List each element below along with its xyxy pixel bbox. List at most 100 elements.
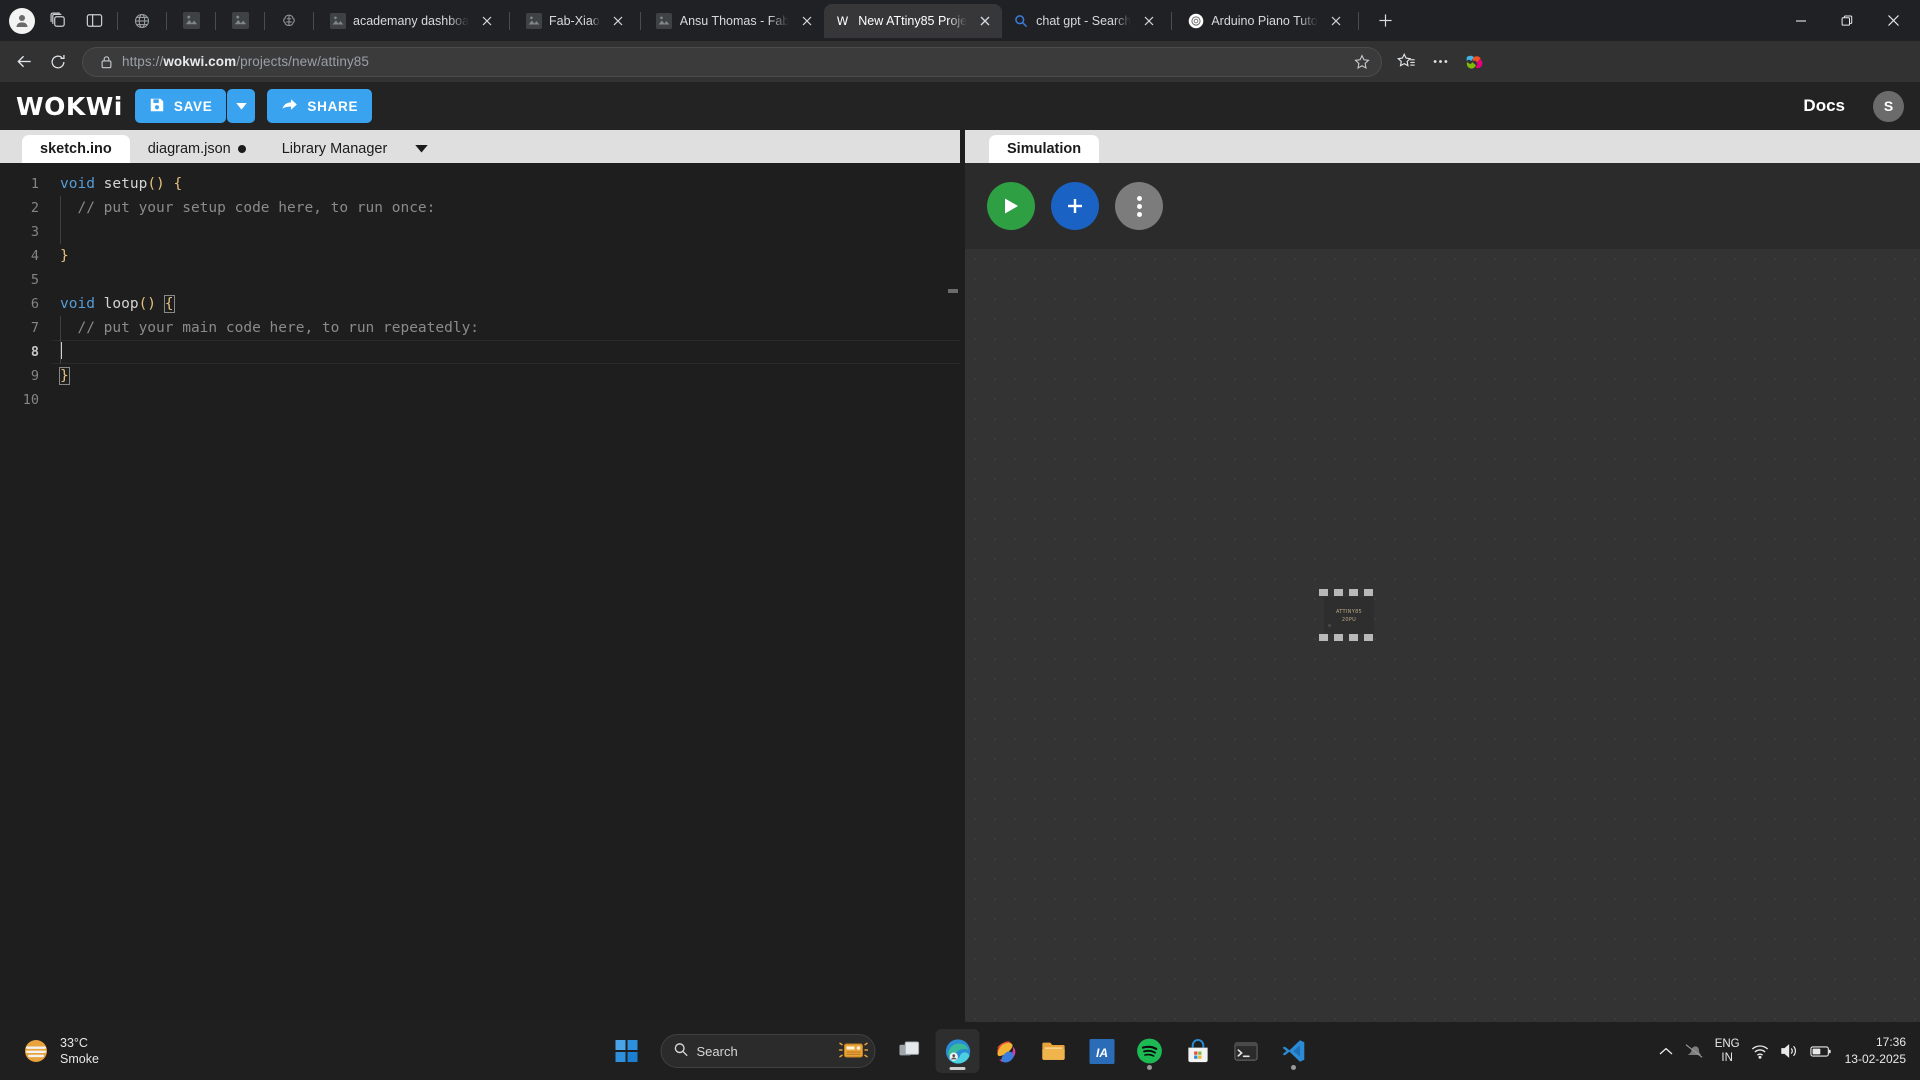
address-bar[interactable]: https://wokwi.com/projects/new/attiny85 [82,46,1382,77]
maximize-button[interactable] [1824,0,1870,41]
chip-pin1-notch [1328,624,1331,627]
browser-tab[interactable]: academany dashboard [319,4,504,38]
save-label: SAVE [173,98,213,114]
split-screen-icon[interactable] [76,5,112,37]
start-button[interactable] [605,1029,649,1073]
back-button[interactable] [8,46,40,78]
running-indicator [949,1067,966,1070]
taskbar-app-microsoft-office[interactable] [984,1029,1028,1073]
copilot-icon[interactable] [1458,46,1490,78]
divider [509,11,510,30]
taskbar-search[interactable]: Search [660,1034,876,1068]
user-avatar[interactable]: S [1873,90,1904,122]
chip-label-line2: 20PU [1341,616,1357,623]
close-icon[interactable] [796,10,818,32]
simulation-canvas[interactable]: ATTINY85 20PU [965,249,1920,1022]
taskbar-app-microsoft-edge[interactable] [935,1029,980,1073]
new-tab-button[interactable] [1370,6,1402,36]
browser-tab[interactable]: Ansu Thomas - Fab [646,4,825,38]
smoke-weather-icon [22,1037,50,1065]
share-button[interactable]: SHARE [267,89,373,123]
chevron-up-icon[interactable] [1659,1047,1673,1056]
tab-library-manager[interactable]: Library Manager [264,135,406,163]
line-number: 10 [22,392,39,408]
tab-simulation[interactable]: Simulation [989,135,1100,163]
taskbar-app-autodesk[interactable]: IA [1080,1029,1124,1073]
code-content[interactable]: void setup() { // put your setup code he… [52,163,960,1022]
close-icon[interactable] [1138,10,1160,32]
browser-tab[interactable]: Fab-Xiao [515,4,635,38]
docs-link[interactable]: Docs [1803,96,1845,116]
chevron-down-icon[interactable] [405,135,438,163]
wokwi-header: WOKWi SAVE SHARE Docs S [0,82,1920,130]
pinned-tab-brain[interactable] [270,4,308,38]
taskbar-app-terminal[interactable] [1224,1029,1268,1073]
close-button[interactable] [1870,0,1916,41]
language-code: ENG [1714,1038,1740,1050]
attiny85-chip[interactable]: ATTINY85 20PU [1318,589,1380,641]
search-placeholder: Search [696,1043,738,1059]
taskbar-app-microsoft-store[interactable] [1176,1029,1220,1073]
divider [639,11,641,30]
tab-sketch-ino[interactable]: sketch.ino [22,135,130,163]
line-number: 7 [30,320,39,336]
tab-diagram-json[interactable]: diagram.json [130,135,264,163]
browser-navigation-bar: https://wokwi.com/projects/new/attiny85 [0,41,1920,82]
browser-tab-active[interactable]: W New ATtiny85 Proje [824,3,1003,38]
scrollbar-thumb[interactable] [948,289,958,293]
wokwi-icon: W [834,12,851,29]
weather-text: 33°C Smoke [60,1035,99,1067]
browser-tab[interactable]: chat gpt - Search [1002,4,1166,38]
line-number: 2 [30,200,39,216]
weather-widget[interactable]: 33°C Smoke [0,1035,99,1067]
tab-label: Simulation [1007,141,1082,157]
editor-scrollbar[interactable] [946,163,960,1022]
pinned-tab-globe[interactable] [123,4,161,38]
save-button[interactable]: SAVE [134,89,227,123]
taskbar-app-file-explorer[interactable] [1032,1029,1076,1073]
task-view-button[interactable] [888,1029,932,1073]
clock[interactable]: 17:36 13-02-2025 [1843,1034,1906,1068]
pinned-tab-image-2[interactable] [221,4,259,38]
save-dropdown-caret[interactable] [227,89,256,123]
windows-taskbar: 33°C Smoke Search IA ENG IN 17:36 13-02-… [0,1022,1920,1080]
kebab-dot [1136,211,1142,217]
pinned-tab-image-1[interactable] [172,4,210,38]
line-number: 6 [30,296,39,312]
add-component-button[interactable] [1051,182,1099,230]
profile-avatar-icon[interactable] [4,5,40,37]
collections-icon[interactable] [1390,46,1422,78]
taskbar-app-spotify[interactable] [1128,1029,1172,1073]
simulation-menu-button[interactable] [1115,182,1163,230]
close-icon[interactable] [1325,10,1347,32]
reload-button[interactable] [42,46,74,78]
web-page-content: WOKWi SAVE SHARE Docs S sketch.ino diagr… [0,82,1920,1022]
bing-search-icon [1012,12,1029,29]
radio-widget-icon[interactable] [839,1039,869,1064]
chip-label-line1: ATTINY85 [1335,608,1363,615]
wifi-icon[interactable] [1751,1044,1769,1059]
close-icon[interactable] [476,10,498,32]
favorite-star-icon[interactable] [1349,49,1375,75]
tab-groups-icon[interactable] [40,5,76,37]
line-number: 9 [30,368,39,384]
taskbar-app-visual-studio-code[interactable] [1272,1029,1316,1073]
code-editor[interactable]: 1 2 3 4 5 6 7 8 9 10 void setup() { // p… [0,163,960,1022]
muted-notification-icon[interactable] [1684,1042,1704,1060]
language-indicator[interactable]: ENG IN [1715,1037,1740,1065]
close-icon[interactable] [607,10,629,32]
wokwi-logo[interactable]: WOKWi [16,92,123,121]
close-icon[interactable] [974,10,996,32]
taskbar-center: Search IA [605,1029,1316,1073]
battery-icon[interactable] [1809,1045,1832,1058]
minimize-button[interactable] [1778,0,1824,41]
browser-tab[interactable]: Arduino Piano Tuto [1177,4,1352,38]
simulation-toolbar [965,163,1920,249]
start-simulation-button[interactable] [987,182,1035,230]
code-line: // put your main code here, to run repea… [52,316,960,340]
speaker-icon[interactable] [1780,1043,1799,1059]
tab-title: Ansu Thomas - Fab [679,13,790,28]
more-settings-icon[interactable] [1424,46,1456,78]
running-indicator [1147,1065,1152,1070]
